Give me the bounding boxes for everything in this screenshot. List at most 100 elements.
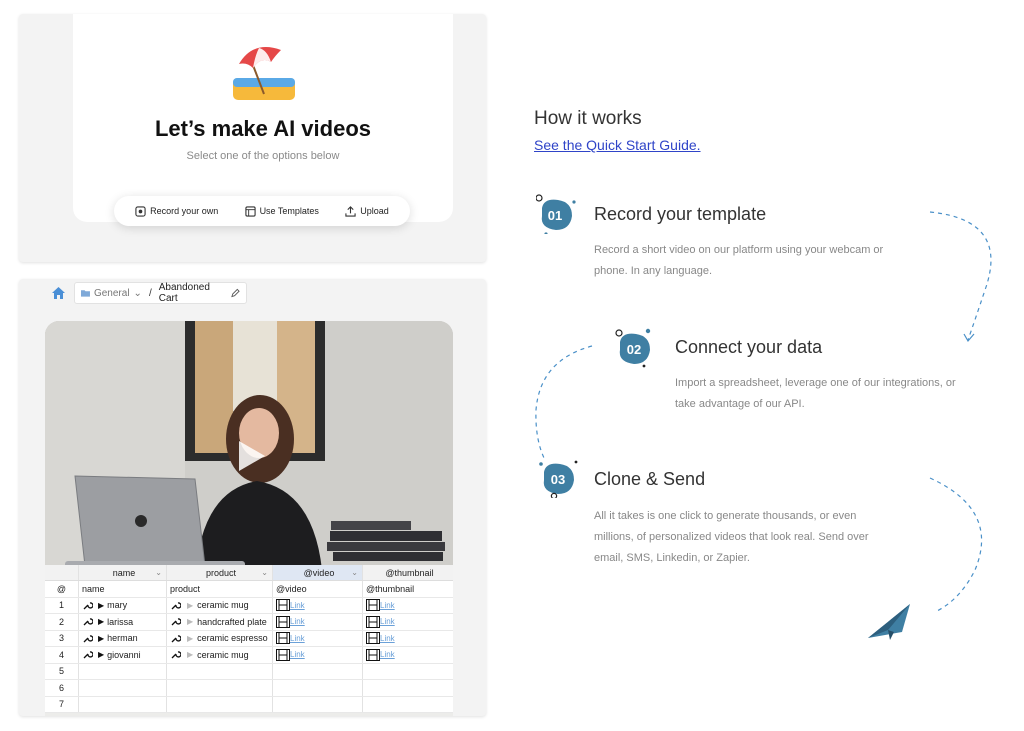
video-link[interactable]: Link bbox=[290, 617, 305, 626]
wrench-icon[interactable] bbox=[82, 633, 93, 644]
cell-text: ceramic espresso bbox=[197, 633, 268, 644]
breadcrumb-current: Abandoned Cart bbox=[158, 282, 210, 304]
wrench-icon[interactable] bbox=[170, 633, 181, 644]
step-title: Record your template bbox=[594, 204, 767, 224]
cell-video[interactable]: Link bbox=[273, 630, 363, 646]
wrench-icon[interactable] bbox=[170, 616, 181, 627]
breadcrumb-folder[interactable]: General bbox=[94, 288, 130, 299]
expand-icon[interactable]: ▶ bbox=[187, 601, 193, 610]
creation-options: Record your own Use Templates Upload bbox=[114, 196, 410, 226]
cell-name[interactable]: ▶ herman bbox=[79, 630, 167, 646]
cell-product[interactable] bbox=[167, 663, 273, 679]
wrench-icon[interactable] bbox=[82, 649, 93, 660]
thumbnail-link[interactable]: Link bbox=[380, 650, 395, 659]
cell-name[interactable]: ▶ larissa bbox=[79, 614, 167, 630]
cell-product[interactable]: ▶ ceramic espresso bbox=[167, 630, 273, 646]
chevron-down-icon[interactable]: ⌄ bbox=[351, 568, 358, 577]
cell-thumbnail[interactable]: Link bbox=[363, 647, 453, 663]
expand-icon[interactable]: ▶ bbox=[187, 634, 193, 643]
column-header-label: @video bbox=[303, 567, 335, 578]
folder-icon bbox=[81, 290, 90, 297]
table-row: 1 ▶ mary ▶ ceramic mug Link Link bbox=[45, 597, 453, 614]
cell-thumbnail[interactable]: Link bbox=[363, 614, 453, 630]
step-description: Import a spreadsheet, leverage one of ou… bbox=[675, 373, 956, 415]
video-link[interactable]: Link bbox=[290, 601, 305, 610]
upload-button[interactable]: Upload bbox=[345, 205, 389, 217]
expand-icon[interactable]: ▶ bbox=[98, 650, 104, 659]
cell-text: ceramic mug bbox=[197, 649, 249, 660]
grid-header: name ⌄ product ⌄ @video ⌄ @thumbnail bbox=[45, 565, 453, 581]
record-own-button[interactable]: Record your own bbox=[135, 205, 218, 217]
row-header-cell: product bbox=[167, 581, 273, 597]
cell-video[interactable]: Link bbox=[273, 647, 363, 663]
column-header-label: name bbox=[112, 567, 136, 578]
wrench-icon[interactable] bbox=[170, 649, 181, 660]
pencil-icon[interactable] bbox=[231, 288, 240, 298]
wrench-icon[interactable] bbox=[82, 616, 93, 627]
row-header-cell: @video bbox=[273, 581, 363, 597]
home-icon[interactable] bbox=[51, 286, 66, 300]
cell-product[interactable]: ▶ handcrafted plate bbox=[167, 614, 273, 630]
cell-thumbnail[interactable] bbox=[363, 680, 453, 696]
column-header-video[interactable]: @video ⌄ bbox=[273, 565, 363, 580]
cell-name[interactable]: ▶ mary bbox=[79, 597, 167, 613]
column-header-thumbnail[interactable]: @thumbnail bbox=[363, 565, 453, 580]
cell-name[interactable] bbox=[79, 696, 167, 712]
row-header-cell: @ bbox=[45, 581, 79, 597]
cell-thumbnail[interactable] bbox=[363, 697, 453, 713]
video-maker-panel: Let’s make AI videos Select one of the o… bbox=[73, 14, 453, 222]
video-link[interactable]: Link bbox=[290, 634, 305, 643]
step-title: Connect your data bbox=[675, 337, 823, 357]
thumbnail-link[interactable]: Link bbox=[380, 617, 395, 626]
cell-name[interactable] bbox=[79, 680, 167, 696]
cell-video[interactable] bbox=[273, 663, 363, 679]
video-editor-card: General ⌄ / Abandoned Cart name ⌄ produc… bbox=[19, 279, 486, 716]
video-link[interactable]: Link bbox=[290, 650, 305, 659]
step-description-line: take advantage of our API. bbox=[675, 398, 805, 410]
step-description-line: All it takes is one click to generate th… bbox=[594, 510, 857, 522]
cell-product[interactable] bbox=[167, 680, 273, 696]
cell-name[interactable] bbox=[79, 663, 167, 679]
chevron-down-icon[interactable]: ⌄ bbox=[261, 568, 268, 577]
play-icon[interactable] bbox=[235, 439, 267, 473]
cell-product[interactable]: ▶ ceramic mug bbox=[167, 597, 273, 613]
cell-text: ceramic mug bbox=[197, 600, 249, 611]
wrench-icon[interactable] bbox=[170, 600, 181, 611]
cell-video[interactable]: Link bbox=[273, 597, 363, 613]
expand-icon[interactable]: ▶ bbox=[98, 634, 104, 643]
row-number: 1 bbox=[45, 597, 79, 613]
film-icon bbox=[366, 632, 380, 645]
data-grid: name ⌄ product ⌄ @video ⌄ @thumbnail @ name… bbox=[45, 565, 453, 713]
expand-icon[interactable]: ▶ bbox=[187, 650, 193, 659]
column-header-name[interactable]: name ⌄ bbox=[79, 565, 167, 580]
cell-video[interactable] bbox=[273, 696, 363, 712]
cell-text: handcrafted plate bbox=[197, 616, 267, 627]
thumbnail-link[interactable]: Link bbox=[380, 634, 395, 643]
cell-thumbnail[interactable]: Link bbox=[363, 598, 453, 614]
row-number: 7 bbox=[45, 696, 79, 712]
chevron-down-icon[interactable]: ⌄ bbox=[134, 288, 142, 299]
chevron-down-icon[interactable]: ⌄ bbox=[155, 568, 162, 577]
use-templates-button[interactable]: Use Templates bbox=[244, 205, 319, 217]
step-number: 01 bbox=[548, 208, 562, 223]
cell-product[interactable]: ▶ ceramic mug bbox=[167, 647, 273, 663]
expand-icon[interactable]: ▶ bbox=[98, 617, 104, 626]
wrench-icon[interactable] bbox=[82, 600, 93, 611]
cell-name[interactable]: ▶ giovanni bbox=[79, 647, 167, 663]
expand-icon[interactable]: ▶ bbox=[98, 601, 104, 610]
table-row: @ name product @video @thumbnail bbox=[45, 581, 453, 598]
cell-video[interactable]: Link bbox=[273, 614, 363, 630]
step-number: 02 bbox=[627, 342, 641, 357]
cell-text: mary bbox=[107, 600, 128, 611]
step-title: Clone & Send bbox=[594, 469, 706, 489]
cell-thumbnail[interactable]: Link bbox=[363, 631, 453, 647]
quick-start-link[interactable]: See the Quick Start Guide. bbox=[534, 137, 701, 153]
thumbnail-link[interactable]: Link bbox=[380, 601, 395, 610]
table-row: 6 bbox=[45, 680, 453, 697]
column-header-product[interactable]: product ⌄ bbox=[167, 565, 273, 580]
cell-thumbnail[interactable] bbox=[363, 664, 453, 680]
cell-video[interactable] bbox=[273, 680, 363, 696]
row-number: 6 bbox=[45, 680, 79, 696]
expand-icon[interactable]: ▶ bbox=[187, 617, 193, 626]
cell-product[interactable] bbox=[167, 696, 273, 712]
